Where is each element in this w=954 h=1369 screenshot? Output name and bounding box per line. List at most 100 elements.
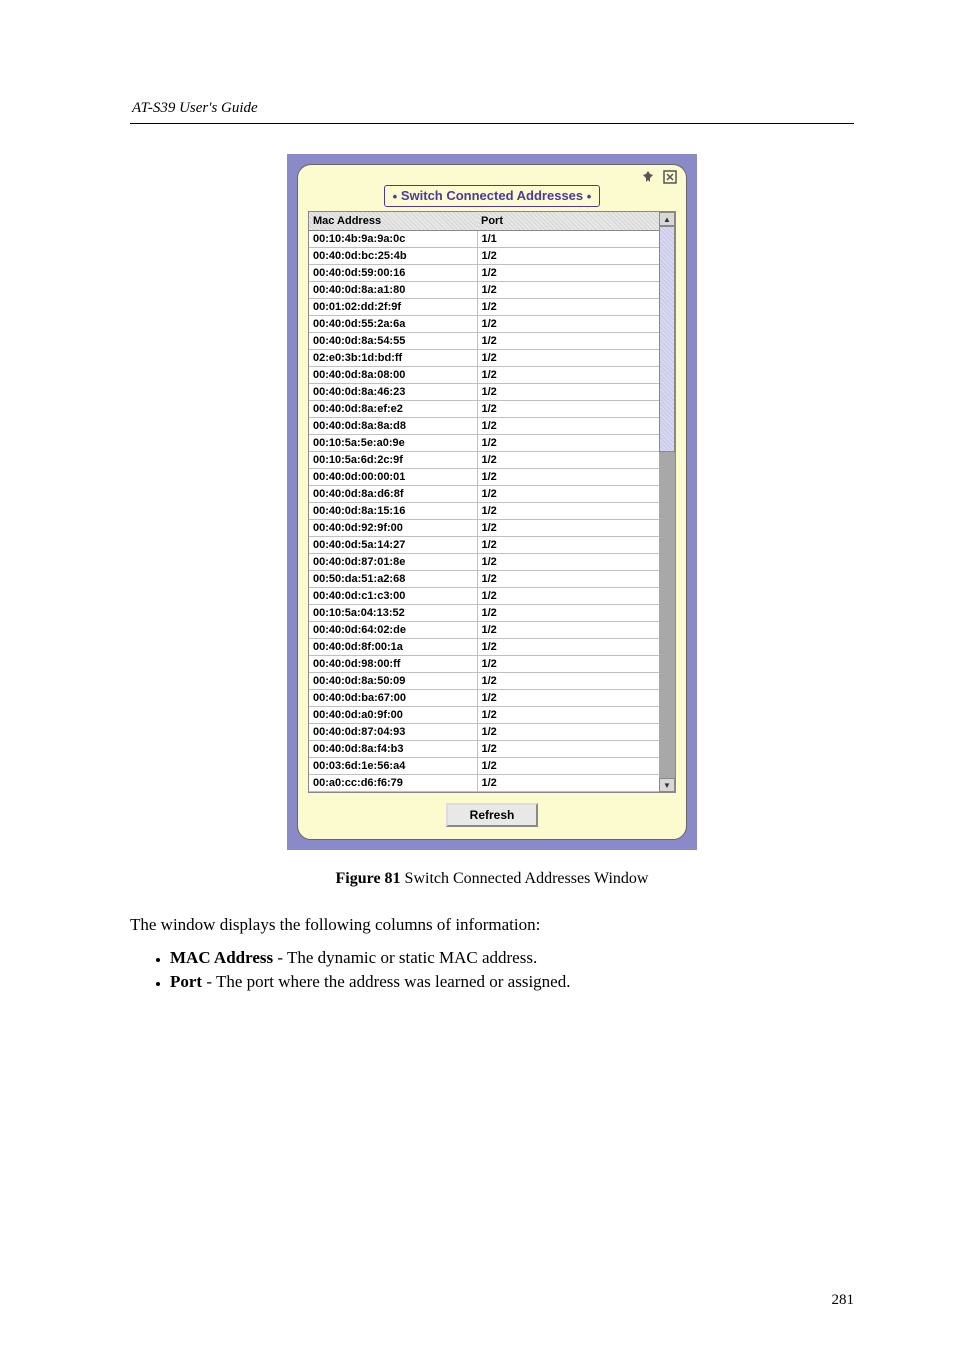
table-row[interactable]: 00:40:0d:8a:46:231/2	[309, 384, 659, 401]
cell-mac: 00:40:0d:a0:9f:00	[309, 707, 477, 724]
table-row[interactable]: 00:40:0d:8a:08:001/2	[309, 367, 659, 384]
scroll-up-icon[interactable]: ▲	[659, 212, 675, 226]
table-row[interactable]: 00:40:0d:87:01:8e1/2	[309, 554, 659, 571]
cell-port: 1/2	[477, 435, 659, 452]
cell-port: 1/2	[477, 333, 659, 350]
cell-mac: 00:40:0d:ba:67:00	[309, 690, 477, 707]
figure-caption: Figure 81 Switch Connected Addresses Win…	[130, 870, 854, 888]
cell-port: 1/2	[477, 503, 659, 520]
cell-mac: 00:01:02:dd:2f:9f	[309, 299, 477, 316]
table-row[interactable]: 00:10:5a:5e:a0:9e1/2	[309, 435, 659, 452]
table-row[interactable]: 00:40:0d:5a:14:271/2	[309, 537, 659, 554]
table-row[interactable]: 00:40:0d:8f:00:1a1/2	[309, 639, 659, 656]
list-item: MAC Address - The dynamic or static MAC …	[170, 948, 854, 968]
cell-port: 1/2	[477, 367, 659, 384]
table-row[interactable]: 02:e0:3b:1d:bd:ff1/2	[309, 350, 659, 367]
pin-icon[interactable]	[640, 169, 656, 185]
cell-port: 1/2	[477, 775, 659, 792]
cell-port: 1/2	[477, 554, 659, 571]
cell-port: 1/2	[477, 758, 659, 775]
table-row[interactable]: 00:03:6d:1e:56:a41/2	[309, 758, 659, 775]
table-row[interactable]: 00:40:0d:92:9f:001/2	[309, 520, 659, 537]
cell-mac: 00:40:0d:5a:14:27	[309, 537, 477, 554]
table-row[interactable]: 00:40:0d:00:00:011/2	[309, 469, 659, 486]
cell-mac: 00:40:0d:8a:54:55	[309, 333, 477, 350]
table-row[interactable]: 00:50:da:51:a2:681/2	[309, 571, 659, 588]
table-row[interactable]: 00:40:0d:bc:25:4b1/2	[309, 248, 659, 265]
cell-port: 1/2	[477, 656, 659, 673]
table-row[interactable]: 00:40:0d:59:00:161/2	[309, 265, 659, 282]
list-item: Port - The port where the address was le…	[170, 972, 854, 992]
cell-mac: 00:40:0d:8a:46:23	[309, 384, 477, 401]
cell-mac: 00:40:0d:8a:d6:8f	[309, 486, 477, 503]
cell-mac: 00:40:0d:c1:c3:00	[309, 588, 477, 605]
bullet-list: MAC Address - The dynamic or static MAC …	[170, 948, 854, 992]
header-divider	[130, 123, 854, 124]
panel-title: • Switch Connected Addresses •	[384, 185, 601, 207]
table-row[interactable]: 00:40:0d:8a:f4:b31/2	[309, 741, 659, 758]
scroll-down-icon[interactable]: ▼	[659, 778, 675, 792]
table-row[interactable]: 00:40:0d:ba:67:001/2	[309, 690, 659, 707]
cell-mac: 00:40:0d:87:01:8e	[309, 554, 477, 571]
cell-port: 1/2	[477, 588, 659, 605]
table-row[interactable]: 00:40:0d:8a:15:161/2	[309, 503, 659, 520]
cell-mac: 00:40:0d:8a:a1:80	[309, 282, 477, 299]
cell-port: 1/2	[477, 605, 659, 622]
cell-port: 1/2	[477, 486, 659, 503]
col-port[interactable]: Port	[477, 212, 659, 231]
cell-port: 1/2	[477, 248, 659, 265]
cell-port: 1/2	[477, 707, 659, 724]
intro-text: The window displays the following column…	[130, 914, 854, 936]
cell-mac: 00:40:0d:87:04:93	[309, 724, 477, 741]
refresh-button[interactable]: Refresh	[446, 803, 539, 827]
table-row[interactable]: 00:40:0d:8a:50:091/2	[309, 673, 659, 690]
cell-port: 1/2	[477, 350, 659, 367]
cell-mac: 00:40:0d:59:00:16	[309, 265, 477, 282]
cell-mac: 00:40:0d:92:9f:00	[309, 520, 477, 537]
cell-mac: 00:40:0d:00:00:01	[309, 469, 477, 486]
cell-mac: 00:40:0d:8f:00:1a	[309, 639, 477, 656]
cell-port: 1/2	[477, 265, 659, 282]
table-row[interactable]: 00:40:0d:8a:a1:801/2	[309, 282, 659, 299]
table-row[interactable]: 00:40:0d:55:2a:6a1/2	[309, 316, 659, 333]
cell-port: 1/2	[477, 741, 659, 758]
cell-mac: 00:10:5a:5e:a0:9e	[309, 435, 477, 452]
table-row[interactable]: 00:40:0d:8a:54:551/2	[309, 333, 659, 350]
table-row[interactable]: 00:10:5a:04:13:521/2	[309, 605, 659, 622]
cell-port: 1/2	[477, 316, 659, 333]
cell-port: 1/2	[477, 452, 659, 469]
close-icon[interactable]	[662, 169, 678, 185]
table-row[interactable]: 00:40:0d:98:00:ff1/2	[309, 656, 659, 673]
cell-port: 1/2	[477, 673, 659, 690]
cell-port: 1/2	[477, 384, 659, 401]
cell-port: 1/1	[477, 231, 659, 248]
table-row[interactable]: 00:40:0d:64:02:de1/2	[309, 622, 659, 639]
cell-port: 1/2	[477, 571, 659, 588]
table-row[interactable]: 00:01:02:dd:2f:9f1/2	[309, 299, 659, 316]
scrollbar[interactable]: ▲ ▼	[659, 212, 675, 792]
cell-mac: 00:03:6d:1e:56:a4	[309, 758, 477, 775]
col-mac[interactable]: Mac Address	[309, 212, 477, 231]
cell-mac: 00:40:0d:98:00:ff	[309, 656, 477, 673]
mac-address-table: Mac Address Port 00:10:4b:9a:9a:0c1/100:…	[309, 212, 659, 792]
table-row[interactable]: 00:40:0d:c1:c3:001/2	[309, 588, 659, 605]
cell-port: 1/2	[477, 690, 659, 707]
table-row[interactable]: 00:40:0d:a0:9f:001/2	[309, 707, 659, 724]
cell-mac: 00:40:0d:55:2a:6a	[309, 316, 477, 333]
table-row[interactable]: 00:a0:cc:d6:f6:791/2	[309, 775, 659, 792]
cell-mac: 00:40:0d:8a:ef:e2	[309, 401, 477, 418]
cell-mac: 00:40:0d:8a:f4:b3	[309, 741, 477, 758]
cell-port: 1/2	[477, 724, 659, 741]
table-row[interactable]: 00:40:0d:8a:d6:8f1/2	[309, 486, 659, 503]
table-row[interactable]: 00:40:0d:8a:ef:e21/2	[309, 401, 659, 418]
table-row[interactable]: 00:10:4b:9a:9a:0c1/1	[309, 231, 659, 248]
table-row[interactable]: 00:10:5a:6d:2c:9f1/2	[309, 452, 659, 469]
page-number: 281	[130, 1292, 854, 1309]
scroll-thumb[interactable]	[659, 226, 675, 452]
scroll-track[interactable]	[659, 226, 675, 778]
cell-port: 1/2	[477, 282, 659, 299]
cell-mac: 00:40:0d:bc:25:4b	[309, 248, 477, 265]
table-row[interactable]: 00:40:0d:8a:8a:d81/2	[309, 418, 659, 435]
cell-mac: 00:40:0d:8a:50:09	[309, 673, 477, 690]
table-row[interactable]: 00:40:0d:87:04:931/2	[309, 724, 659, 741]
